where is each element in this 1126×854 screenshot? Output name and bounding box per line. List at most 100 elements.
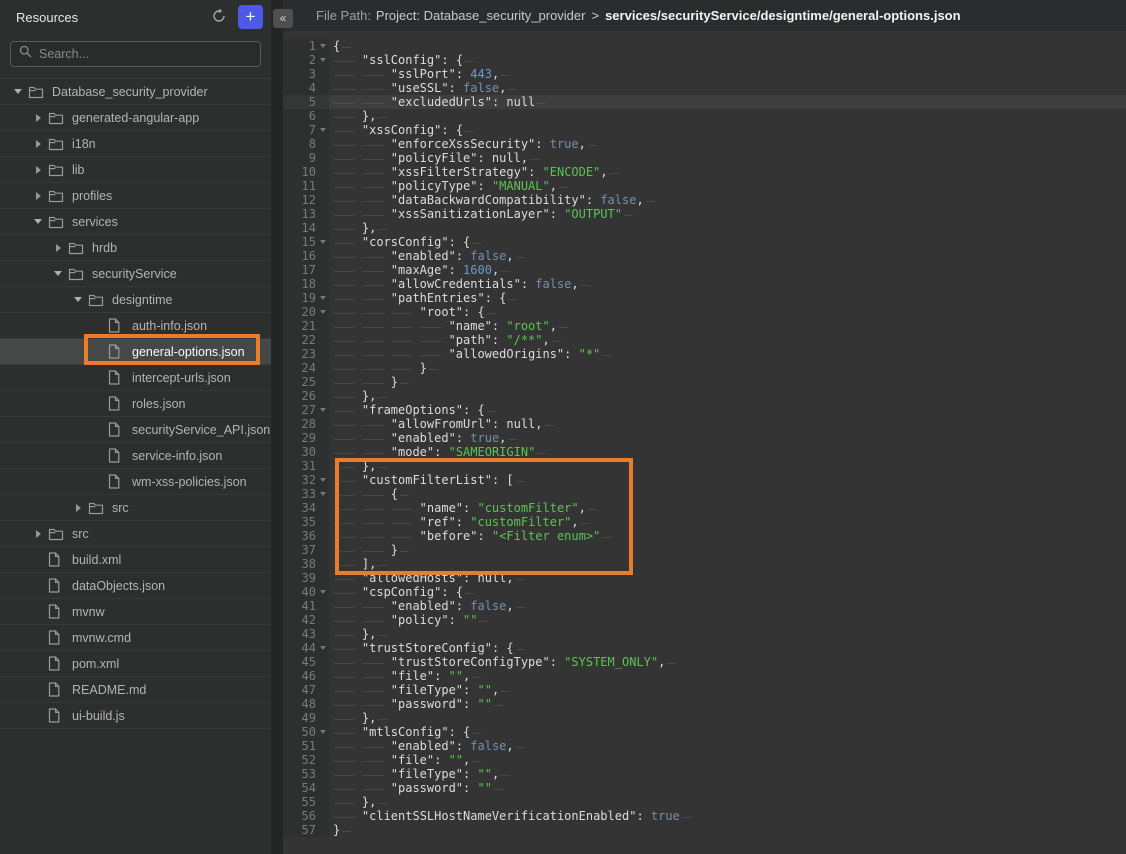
code-row: 46"file": "", bbox=[283, 669, 1126, 683]
fold-icon[interactable] bbox=[320, 58, 326, 62]
tree-item-pom-xml[interactable]: pom.xml bbox=[0, 651, 271, 677]
plus-icon: + bbox=[246, 8, 256, 25]
file-icon bbox=[48, 708, 64, 724]
line-number: 32 bbox=[302, 473, 316, 487]
code-line: }, bbox=[329, 221, 387, 235]
gutter-cell: 32 bbox=[283, 473, 329, 487]
eol-invisible bbox=[508, 293, 517, 305]
tree-item-designtime[interactable]: designtime bbox=[0, 287, 271, 313]
line-number: 43 bbox=[302, 627, 316, 641]
code-row: 6}, bbox=[283, 109, 1126, 123]
code-row: 2"sslConfig": { bbox=[283, 53, 1126, 67]
tree-item-build-xml[interactable]: build.xml bbox=[0, 547, 271, 573]
code-line: "pathEntries": { bbox=[329, 291, 517, 305]
tree-item-services[interactable]: services bbox=[0, 209, 271, 235]
fold-icon[interactable] bbox=[320, 646, 326, 650]
expander-icon[interactable] bbox=[8, 89, 28, 94]
code-line: "policy": "" bbox=[329, 613, 488, 627]
code-editor[interactable]: 1{2"sslConfig": {3"sslPort": 443,4"useSS… bbox=[283, 31, 1126, 854]
code-row: 4"useSSL": false, bbox=[283, 81, 1126, 95]
code-row: 20"root": { bbox=[283, 305, 1126, 319]
tree-item-database-security-provider[interactable]: Database_security_provider bbox=[0, 79, 271, 105]
gutter-cell: 10 bbox=[283, 165, 329, 179]
eol-invisible bbox=[581, 279, 590, 291]
code-line: "file": "", bbox=[329, 669, 481, 683]
expander-icon[interactable] bbox=[28, 114, 48, 122]
expander-icon[interactable] bbox=[68, 504, 88, 512]
code-line: "xssConfig": { bbox=[329, 123, 474, 137]
editor-pane: File Path: Project: Database_security_pr… bbox=[283, 0, 1126, 854]
fold-icon[interactable] bbox=[320, 730, 326, 734]
tree-item-auth-info-json[interactable]: auth-info.json bbox=[0, 313, 271, 339]
tree-item-securityservice-api-json[interactable]: securityService_API.json bbox=[0, 417, 271, 443]
code-row: 14}, bbox=[283, 221, 1126, 235]
expander-icon[interactable] bbox=[28, 219, 48, 224]
line-number: 15 bbox=[302, 235, 316, 249]
fold-icon[interactable] bbox=[320, 492, 326, 496]
tree-item-securityservice[interactable]: securityService bbox=[0, 261, 271, 287]
add-button[interactable]: + bbox=[238, 5, 263, 29]
tree-item-label: ui-build.js bbox=[72, 709, 125, 723]
tree-item-roles-json[interactable]: roles.json bbox=[0, 391, 271, 417]
tree-item-mvnw[interactable]: mvnw bbox=[0, 599, 271, 625]
file-tree: Database_security_provider generated-angu… bbox=[0, 78, 271, 729]
tree-item-ui-build-js[interactable]: ui-build.js bbox=[0, 703, 271, 729]
eol-invisible bbox=[516, 643, 525, 655]
tree-item-service-info-json[interactable]: service-info.json bbox=[0, 443, 271, 469]
line-number: 27 bbox=[302, 403, 316, 417]
tree-item-lib[interactable]: lib bbox=[0, 157, 271, 183]
refresh-button[interactable] bbox=[208, 6, 230, 28]
tree-item-general-options-json[interactable]: general-options.json bbox=[0, 339, 271, 365]
tree-item-label: Database_security_provider bbox=[52, 85, 208, 99]
line-number: 50 bbox=[302, 725, 316, 739]
gutter-cell: 49 bbox=[283, 711, 329, 725]
tree-item-profiles[interactable]: profiles bbox=[0, 183, 271, 209]
tree-item-i18n[interactable]: i18n bbox=[0, 131, 271, 157]
gutter-cell: 48 bbox=[283, 697, 329, 711]
expander-icon[interactable] bbox=[48, 244, 68, 252]
tree-item-label: general-options.json bbox=[132, 345, 245, 359]
expander-icon[interactable] bbox=[28, 140, 48, 148]
gutter-cell: 22 bbox=[283, 333, 329, 347]
code-row: 11"policyType": "MANUAL", bbox=[283, 179, 1126, 193]
code-row: 3"sslPort": 443, bbox=[283, 67, 1126, 81]
expander-icon[interactable] bbox=[48, 271, 68, 276]
code-line: }, bbox=[329, 711, 387, 725]
gutter-cell: 42 bbox=[283, 613, 329, 627]
tree-item-src[interactable]: src bbox=[0, 521, 271, 547]
fold-icon[interactable] bbox=[320, 310, 326, 314]
fold-icon[interactable] bbox=[320, 128, 326, 132]
eol-invisible bbox=[378, 223, 387, 235]
tree-item-dataobjects-json[interactable]: dataObjects.json bbox=[0, 573, 271, 599]
tree-item-wm-xss-policies-json[interactable]: wm-xss-policies.json bbox=[0, 469, 271, 495]
panel-title: Resources bbox=[16, 10, 78, 25]
fold-icon[interactable] bbox=[320, 478, 326, 482]
expander-icon[interactable] bbox=[68, 297, 88, 302]
expander-icon[interactable] bbox=[28, 166, 48, 174]
expander-icon[interactable] bbox=[28, 530, 48, 538]
code-line: "file": "", bbox=[329, 753, 481, 767]
collapse-sidebar-button[interactable]: « bbox=[273, 9, 293, 28]
tree-item-intercept-urls-json[interactable]: intercept-urls.json bbox=[0, 365, 271, 391]
tree-item-generated-angular-app[interactable]: generated-angular-app bbox=[0, 105, 271, 131]
eol-invisible bbox=[501, 769, 510, 781]
code-line: "enforceXssSecurity": true, bbox=[329, 137, 597, 151]
fold-icon[interactable] bbox=[320, 590, 326, 594]
folder-icon bbox=[48, 136, 64, 152]
gutter-cell: 39 bbox=[283, 571, 329, 585]
code-line: }, bbox=[329, 627, 387, 641]
fold-icon[interactable] bbox=[320, 240, 326, 244]
code-row: 57} bbox=[283, 823, 1126, 837]
expander-icon[interactable] bbox=[28, 192, 48, 200]
tree-item-hrdb[interactable]: hrdb bbox=[0, 235, 271, 261]
fold-icon[interactable] bbox=[320, 296, 326, 300]
code-row: 52"file": "", bbox=[283, 753, 1126, 767]
gutter-cell: 18 bbox=[283, 277, 329, 291]
fold-icon[interactable] bbox=[320, 408, 326, 412]
tree-item-src[interactable]: src bbox=[0, 495, 271, 521]
fold-icon[interactable] bbox=[320, 44, 326, 48]
search-input[interactable] bbox=[39, 47, 252, 61]
tree-item-readme-md[interactable]: README.md bbox=[0, 677, 271, 703]
tree-item-mvnw-cmd[interactable]: mvnw.cmd bbox=[0, 625, 271, 651]
eol-invisible bbox=[472, 755, 481, 767]
